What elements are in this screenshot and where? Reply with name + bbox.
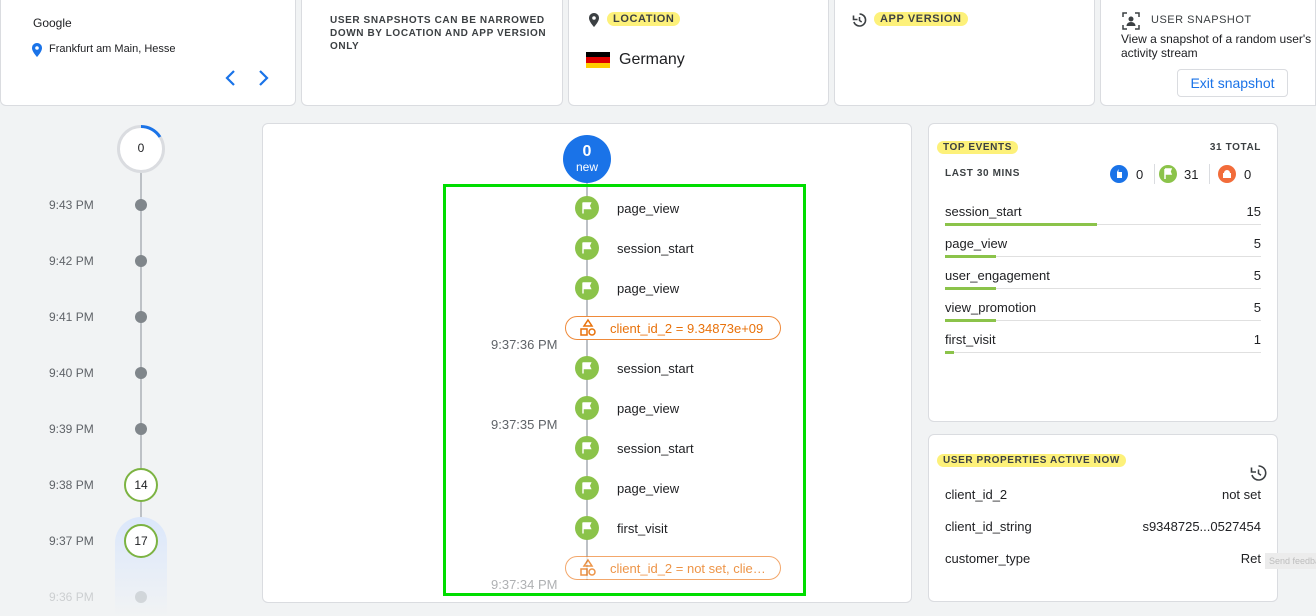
events-count: 31	[1184, 167, 1199, 182]
user-property-name: client_id_string	[945, 519, 1032, 534]
minute-dot[interactable]	[135, 199, 147, 211]
user-property-value: s9348725...0527454	[1142, 519, 1261, 534]
minute-label: 9:42 PM	[49, 254, 94, 268]
user-property-row[interactable]: client_id_string s9348725...0527454	[945, 519, 1261, 534]
minute-dot[interactable]	[135, 591, 147, 603]
top-event-name: session_start	[945, 204, 1022, 219]
chevron-right-icon	[259, 70, 269, 86]
top-event-name: view_promotion	[945, 300, 1037, 315]
top-event-count: 1	[1253, 332, 1261, 347]
property-history-button[interactable]	[1249, 464, 1267, 487]
app-version-filter-label: APP VERSION	[874, 12, 968, 26]
user-properties-title: USER PROPERTIES ACTIVE NOW	[937, 454, 1126, 467]
send-feedback-button[interactable]: Send feedback	[1265, 553, 1316, 569]
top-event-name: first_visit	[945, 332, 996, 347]
top-event-row[interactable]: page_view 5	[945, 234, 1261, 266]
minute-label: 9:37 PM	[49, 534, 94, 548]
divider	[1154, 164, 1155, 184]
location-filter-value: Germany	[619, 51, 685, 68]
minute-event-count[interactable]: 14	[124, 468, 158, 502]
top-event-bar	[945, 223, 1097, 226]
user-property-row[interactable]: client_id_2 not set	[945, 487, 1261, 502]
minute-dot[interactable]	[135, 311, 147, 323]
location-info-card: Google Frankfurt am Main, Hesse	[0, 0, 296, 106]
user-property-value: Ret	[1240, 551, 1261, 566]
minute-label: 9:43 PM	[49, 198, 94, 212]
minute-label: 9:41 PM	[49, 310, 94, 324]
current-minute-count: 0	[137, 141, 145, 155]
top-event-name: user_engagement	[945, 268, 1050, 283]
germany-flag-icon	[586, 52, 610, 68]
user-properties-card: USER PROPERTIES ACTIVE NOW	[928, 434, 1278, 602]
app-version-filter-card[interactable]: APP VERSION	[834, 0, 1095, 106]
events-flag-icon	[1159, 165, 1177, 183]
top-event-bar	[945, 319, 996, 322]
top-event-row[interactable]: session_start 15	[945, 202, 1261, 234]
user-snapshot-card: USER SNAPSHOT View a snapshot of a rando…	[1100, 0, 1316, 106]
top-event-name: page_view	[945, 236, 1008, 251]
top-event-count: 5	[1253, 300, 1261, 315]
top-event-row[interactable]: first_visit 1	[945, 330, 1261, 362]
top-event-bar	[945, 351, 954, 354]
new-events-count: 0	[582, 143, 592, 160]
user-snapshot-label: USER SNAPSHOT	[1151, 14, 1252, 26]
user-property-name: customer_type	[945, 551, 1031, 566]
city-label: Frankfurt am Main, Hesse	[49, 43, 176, 55]
new-events-label: new	[575, 160, 598, 174]
location-filter-card[interactable]: LOCATION Germany	[568, 0, 829, 106]
snapshot-info-card: USER SNAPSHOTS CAN BE NARROWED DOWN BY L…	[301, 0, 563, 106]
top-event-row[interactable]: view_promotion 5	[945, 298, 1261, 330]
minute-dot[interactable]	[135, 255, 147, 267]
top-events-title: TOP EVENTS	[937, 141, 1018, 154]
provider-label: Google	[33, 16, 72, 30]
minute-dot[interactable]	[135, 367, 147, 379]
top-event-count: 5	[1253, 236, 1261, 251]
next-arrow-button[interactable]	[253, 68, 273, 88]
top-events-period: LAST 30 MINS	[945, 168, 1020, 179]
top-event-bar	[945, 287, 996, 290]
user-property-name: client_id_2	[945, 487, 1008, 502]
errors-count: 0	[1244, 167, 1252, 182]
user-snapshot-description: View a snapshot of a random user's activ…	[1121, 32, 1312, 60]
top-event-bar-track	[945, 352, 1261, 353]
minute-label: 9:39 PM	[49, 422, 94, 436]
conversions-count: 0	[1136, 167, 1144, 182]
new-events-bubble[interactable]: 0 new	[563, 135, 611, 183]
minute-dot[interactable]	[135, 423, 147, 435]
history-icon	[851, 12, 867, 33]
conversions-icon	[1110, 165, 1128, 183]
top-event-row[interactable]: user_engagement 5	[945, 266, 1261, 298]
previous-arrow-button[interactable]	[221, 68, 241, 88]
selection-highlight-box	[443, 184, 806, 596]
minute-label: 9:36 PM	[49, 590, 94, 604]
minute-event-count[interactable]: 17	[124, 524, 158, 558]
exit-snapshot-button[interactable]: Exit snapshot	[1177, 69, 1288, 97]
divider	[1209, 164, 1210, 184]
errors-icon	[1218, 165, 1236, 183]
location-pin-icon	[589, 13, 599, 32]
current-minute-counter[interactable]: 0	[117, 125, 165, 173]
top-events-total: 31 TOTAL	[1209, 142, 1261, 153]
snapshot-info-text: USER SNAPSHOTS CAN BE NARROWED DOWN BY L…	[330, 15, 547, 52]
top-event-count: 5	[1253, 268, 1261, 283]
pin-icon	[32, 43, 42, 57]
minute-label: 9:38 PM	[49, 478, 94, 492]
user-property-row[interactable]: customer_type Ret	[945, 551, 1261, 566]
chevron-left-icon	[225, 70, 235, 86]
location-filter-label: LOCATION	[607, 12, 681, 26]
user-property-value: not set	[1221, 487, 1261, 502]
history-icon	[1250, 465, 1267, 481]
minute-label: 9:40 PM	[49, 366, 94, 380]
top-event-bar	[945, 255, 996, 258]
top-event-count: 15	[1246, 204, 1261, 219]
